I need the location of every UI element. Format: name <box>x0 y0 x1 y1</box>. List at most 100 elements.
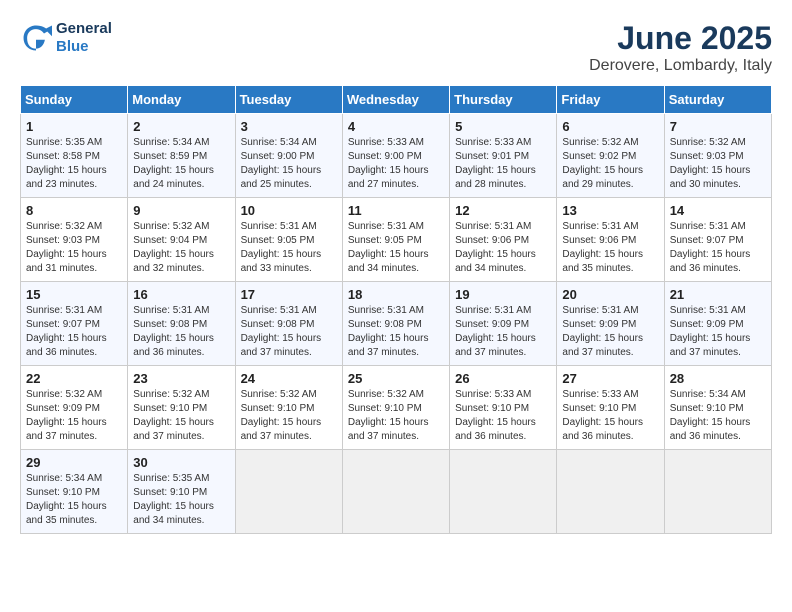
day-info: Sunrise: 5:33 AM Sunset: 9:10 PM Dayligh… <box>562 388 658 444</box>
day-info: Sunrise: 5:34 AM Sunset: 9:10 PM Dayligh… <box>26 472 122 528</box>
calendar-cell: 14Sunrise: 5:31 AM Sunset: 9:07 PM Dayli… <box>664 198 771 282</box>
day-info: Sunrise: 5:32 AM Sunset: 9:02 PM Dayligh… <box>562 136 658 192</box>
day-info: Sunrise: 5:31 AM Sunset: 9:05 PM Dayligh… <box>348 220 444 276</box>
day-number: 1 <box>26 119 122 134</box>
calendar-cell: 9 Sunrise: 5:32 AM Sunset: 9:04 PM Daylig… <box>128 198 235 282</box>
calendar-cell: 7 Sunrise: 5:32 AM Sunset: 9:03 PM Daylig… <box>664 114 771 198</box>
calendar-cell <box>557 450 664 534</box>
day-number: 27 <box>562 371 658 386</box>
day-info: Sunrise: 5:35 AM Sunset: 8:58 PM Dayligh… <box>26 136 122 192</box>
day-info: Sunrise: 5:31 AM Sunset: 9:09 PM Dayligh… <box>670 304 766 360</box>
day-number: 28 <box>670 371 766 386</box>
day-info: Sunrise: 5:34 AM Sunset: 8:59 PM Dayligh… <box>133 136 229 192</box>
calendar-cell: 2Sunrise: 5:34 AM Sunset: 8:59 PM Daylig… <box>128 114 235 198</box>
logo-text: General Blue <box>56 20 112 56</box>
day-info: Sunrise: 5:34 AM Sunset: 9:00 PM Dayligh… <box>241 136 337 192</box>
calendar-header-row: SundayMondayTuesdayWednesdayThursdayFrid… <box>21 86 772 114</box>
day-number: 21 <box>670 287 766 302</box>
day-info: Sunrise: 5:32 AM Sunset: 9:03 PM Dayligh… <box>670 136 766 192</box>
day-info: Sunrise: 5:32 AM Sunset: 9:04 PM Dayligh… <box>133 220 229 276</box>
day-info: Sunrise: 5:31 AM Sunset: 9:06 PM Dayligh… <box>455 220 551 276</box>
calendar-cell <box>235 450 342 534</box>
day-info: Sunrise: 5:31 AM Sunset: 9:08 PM Dayligh… <box>133 304 229 360</box>
day-info: Sunrise: 5:31 AM Sunset: 9:07 PM Dayligh… <box>26 304 122 360</box>
calendar-cell: 30Sunrise: 5:35 AM Sunset: 9:10 PM Dayli… <box>128 450 235 534</box>
day-number: 22 <box>26 371 122 386</box>
calendar-cell: 24Sunrise: 5:32 AM Sunset: 9:10 PM Dayli… <box>235 366 342 450</box>
calendar-cell: 4 Sunrise: 5:33 AM Sunset: 9:00 PM Daylig… <box>342 114 449 198</box>
day-number: 15 <box>26 287 122 302</box>
day-info: Sunrise: 5:32 AM Sunset: 9:09 PM Dayligh… <box>26 388 122 444</box>
calendar-week-row: 29 Sunrise: 5:34 AM Sunset: 9:10 PM Dayli… <box>21 450 772 534</box>
calendar-cell: 16 Sunrise: 5:31 AM Sunset: 9:08 PM Dayli… <box>128 282 235 366</box>
calendar-cell: 28 Sunrise: 5:34 AM Sunset: 9:10 PM Dayli… <box>664 366 771 450</box>
calendar-cell <box>342 450 449 534</box>
calendar-week-row: 22 Sunrise: 5:32 AM Sunset: 9:09 PM Dayli… <box>21 366 772 450</box>
calendar-cell: 20 Sunrise: 5:31 AM Sunset: 9:09 PM Dayli… <box>557 282 664 366</box>
column-header-saturday: Saturday <box>664 86 771 114</box>
day-number: 25 <box>348 371 444 386</box>
day-number: 16 <box>133 287 229 302</box>
day-number: 7 <box>670 119 766 134</box>
column-header-friday: Friday <box>557 86 664 114</box>
calendar-week-row: 8 Sunrise: 5:32 AM Sunset: 9:03 PM Daylig… <box>21 198 772 282</box>
calendar-cell: 1 Sunrise: 5:35 AM Sunset: 8:58 PM Daylig… <box>21 114 128 198</box>
logo: General Blue <box>20 20 112 56</box>
day-info: Sunrise: 5:34 AM Sunset: 9:10 PM Dayligh… <box>670 388 766 444</box>
calendar-cell: 6 Sunrise: 5:32 AM Sunset: 9:02 PM Daylig… <box>557 114 664 198</box>
calendar-cell: 21 Sunrise: 5:31 AM Sunset: 9:09 PM Dayli… <box>664 282 771 366</box>
day-number: 8 <box>26 203 122 218</box>
calendar-week-row: 1 Sunrise: 5:35 AM Sunset: 8:58 PM Daylig… <box>21 114 772 198</box>
day-number: 11 <box>348 203 444 218</box>
logo-icon <box>20 22 52 54</box>
column-header-tuesday: Tuesday <box>235 86 342 114</box>
day-info: Sunrise: 5:31 AM Sunset: 9:09 PM Dayligh… <box>455 304 551 360</box>
day-number: 5 <box>455 119 551 134</box>
title-area: June 2025 Derovere, Lombardy, Italy <box>589 20 772 75</box>
calendar-cell: 27 Sunrise: 5:33 AM Sunset: 9:10 PM Dayli… <box>557 366 664 450</box>
day-number: 17 <box>241 287 337 302</box>
calendar-cell: 10Sunrise: 5:31 AM Sunset: 9:05 PM Dayli… <box>235 198 342 282</box>
calendar-subtitle: Derovere, Lombardy, Italy <box>589 57 772 75</box>
day-number: 12 <box>455 203 551 218</box>
day-number: 13 <box>562 203 658 218</box>
calendar-cell: 12 Sunrise: 5:31 AM Sunset: 9:06 PM Dayli… <box>450 198 557 282</box>
day-info: Sunrise: 5:32 AM Sunset: 9:03 PM Dayligh… <box>26 220 122 276</box>
calendar-title: June 2025 <box>589 20 772 57</box>
day-info: Sunrise: 5:31 AM Sunset: 9:07 PM Dayligh… <box>670 220 766 276</box>
day-info: Sunrise: 5:33 AM Sunset: 9:10 PM Dayligh… <box>455 388 551 444</box>
column-header-thursday: Thursday <box>450 86 557 114</box>
day-info: Sunrise: 5:33 AM Sunset: 9:00 PM Dayligh… <box>348 136 444 192</box>
day-info: Sunrise: 5:31 AM Sunset: 9:08 PM Dayligh… <box>241 304 337 360</box>
day-info: Sunrise: 5:31 AM Sunset: 9:05 PM Dayligh… <box>241 220 337 276</box>
day-info: Sunrise: 5:31 AM Sunset: 9:08 PM Dayligh… <box>348 304 444 360</box>
day-number: 3 <box>241 119 337 134</box>
calendar-cell <box>450 450 557 534</box>
day-number: 29 <box>26 455 122 470</box>
calendar-cell: 18 Sunrise: 5:31 AM Sunset: 9:08 PM Dayli… <box>342 282 449 366</box>
day-number: 4 <box>348 119 444 134</box>
calendar-cell: 11 Sunrise: 5:31 AM Sunset: 9:05 PM Dayli… <box>342 198 449 282</box>
day-number: 19 <box>455 287 551 302</box>
calendar-cell <box>664 450 771 534</box>
day-info: Sunrise: 5:31 AM Sunset: 9:09 PM Dayligh… <box>562 304 658 360</box>
day-info: Sunrise: 5:32 AM Sunset: 9:10 PM Dayligh… <box>133 388 229 444</box>
day-number: 20 <box>562 287 658 302</box>
calendar-cell: 17 Sunrise: 5:31 AM Sunset: 9:08 PM Dayli… <box>235 282 342 366</box>
day-info: Sunrise: 5:35 AM Sunset: 9:10 PM Dayligh… <box>133 472 229 528</box>
page-header: General Blue June 2025 Derovere, Lombard… <box>20 20 772 75</box>
day-number: 24 <box>241 371 337 386</box>
column-header-wednesday: Wednesday <box>342 86 449 114</box>
calendar-cell: 3 Sunrise: 5:34 AM Sunset: 9:00 PM Daylig… <box>235 114 342 198</box>
calendar-cell: 22 Sunrise: 5:32 AM Sunset: 9:09 PM Dayli… <box>21 366 128 450</box>
calendar-cell: 5Sunrise: 5:33 AM Sunset: 9:01 PM Daylig… <box>450 114 557 198</box>
day-number: 6 <box>562 119 658 134</box>
calendar-table: SundayMondayTuesdayWednesdayThursdayFrid… <box>20 85 772 534</box>
day-number: 18 <box>348 287 444 302</box>
calendar-cell: 25Sunrise: 5:32 AM Sunset: 9:10 PM Dayli… <box>342 366 449 450</box>
calendar-cell: 13Sunrise: 5:31 AM Sunset: 9:06 PM Dayli… <box>557 198 664 282</box>
calendar-cell: 29 Sunrise: 5:34 AM Sunset: 9:10 PM Dayli… <box>21 450 128 534</box>
calendar-week-row: 15 Sunrise: 5:31 AM Sunset: 9:07 PM Dayli… <box>21 282 772 366</box>
calendar-cell: 23Sunrise: 5:32 AM Sunset: 9:10 PM Dayli… <box>128 366 235 450</box>
day-number: 9 <box>133 203 229 218</box>
